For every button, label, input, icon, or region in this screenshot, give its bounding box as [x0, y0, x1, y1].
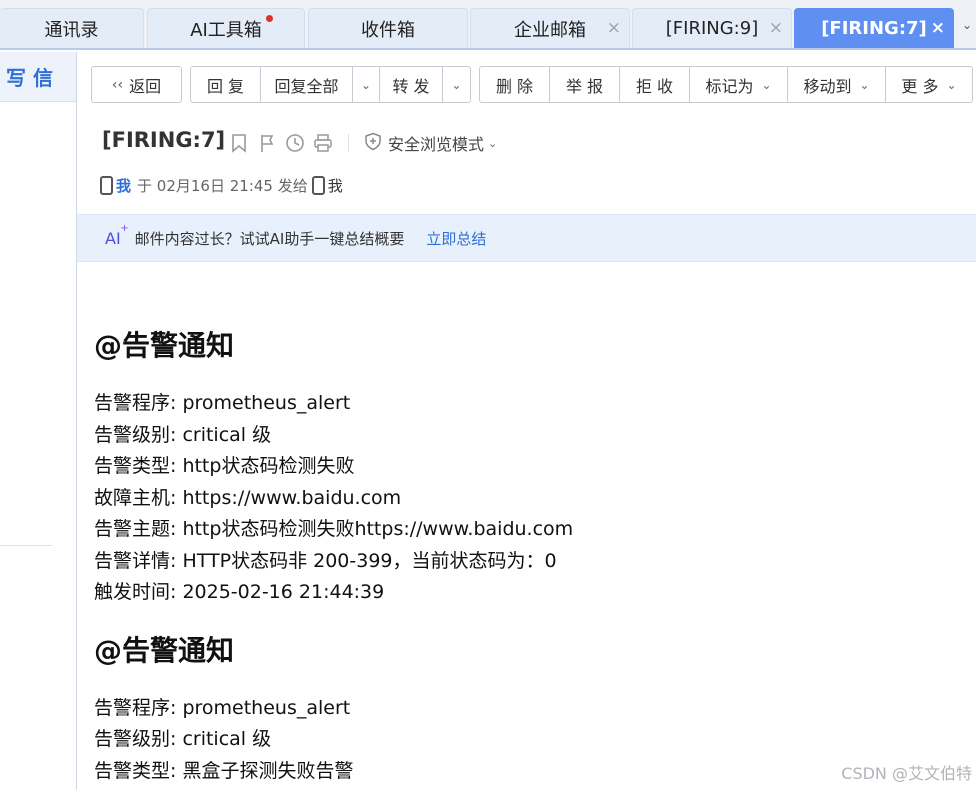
mark-as-label: 标记为 [705, 76, 754, 96]
reply-all-button[interactable]: 回复全部 [261, 67, 353, 102]
safe-browse-label: 安全浏览模式 [388, 135, 485, 154]
ai-prompt-text: 邮件内容过长？试试AI助手一键总结概要 [134, 229, 405, 248]
alert-line: 告警类型: http状态码检测失败 [94, 455, 355, 477]
summarize-link[interactable]: 立即总结 [426, 228, 486, 249]
mark-as-button[interactable]: 标记为 ⌄ [690, 67, 788, 102]
mail-body: @告警通知 告警程序: prometheus_alert 告警级别: criti… [94, 326, 954, 787]
more-label: 更 多 [901, 76, 939, 96]
sent-time: 于 02月16日 21:45 发给 [137, 177, 308, 195]
close-icon[interactable]: × [607, 18, 621, 38]
chevron-down-icon: ⌄ [488, 136, 498, 150]
bookmark-icon[interactable] [228, 132, 250, 154]
reject-label: 拒 收 [635, 76, 674, 96]
alert-line: 告警类型: 黑盒子探测失败告警 [94, 759, 354, 782]
recipient[interactable]: 我 [328, 175, 343, 196]
shield-icon [364, 132, 382, 155]
alert-line: 触发时间: 2025-02-16 21:44:39 [94, 581, 385, 603]
ai-summary-bar: AI + 邮件内容过长？试试AI助手一键总结概要 立即总结 [77, 214, 976, 262]
flag-icon[interactable] [256, 132, 278, 154]
tab-label: [FIRING:9] [665, 18, 759, 39]
tab-bar: 通讯录 AI工具箱 收件箱 企业邮箱 × [FIRING:9] × [FIRIN… [0, 0, 976, 50]
divider [348, 134, 349, 152]
sender-line: 我 于 02月16日 21:45 发给 我 [100, 175, 343, 196]
mail-toolbar: ‹‹ 返回 回 复 回复全部 ⌄ 转 发 ⌄ 删 除 举 报 拒 收 标记为 ⌄… [77, 52, 976, 110]
tab-label: 收件箱 [361, 19, 415, 41]
forward-dropdown-button[interactable]: ⌄ [443, 67, 470, 102]
alert-line: 告警主题: http状态码检测失败https://www.baidu.com [94, 518, 574, 540]
phone-icon [100, 176, 113, 195]
ai-icon: AI + [105, 223, 129, 248]
move-to-label: 移动到 [803, 76, 852, 96]
chevron-down-icon: ⌄ [946, 77, 957, 92]
watermark: CSDN @艾文伯特 [841, 764, 972, 783]
chevron-down-icon: ⌄ [451, 77, 462, 92]
tab-enterprise-mail[interactable]: 企业邮箱 × [470, 8, 630, 48]
tab-label: 通讯录 [44, 19, 99, 41]
sidebar-divider [0, 545, 52, 546]
mail-actions [228, 132, 334, 154]
chevron-down-icon: ⌄ [761, 77, 772, 92]
phone-icon [311, 176, 325, 195]
ai-badge-text: AI [105, 228, 121, 248]
delete-label: 删 除 [495, 76, 534, 96]
chevron-down-icon: ⌄ [859, 77, 870, 92]
alert-line: 告警程序: prometheus_alert [94, 392, 351, 414]
delete-button[interactable]: 删 除 [480, 67, 550, 102]
forward-button[interactable]: 转 发 [380, 67, 443, 102]
reply-button[interactable]: 回 复 [191, 67, 261, 102]
back-button[interactable]: ‹‹ 返回 [92, 67, 181, 102]
alert-line: 告警程序: prometheus_alert [94, 696, 351, 719]
alert-block: @告警通知 告警程序: prometheus_alert 告警级别: criti… [94, 326, 954, 609]
print-icon[interactable] [312, 132, 334, 154]
sender-link[interactable]: 我 [116, 175, 131, 196]
sidebar: 写 信 [0, 52, 77, 790]
reply-group: 回 复 回复全部 ⌄ 转 发 ⌄ [190, 66, 471, 103]
alert-line: 告警详情: HTTP状态码非 200-399，当前状态码为：0 [94, 549, 557, 572]
clock-icon[interactable] [284, 132, 306, 154]
reply-all-label: 回复全部 [274, 76, 339, 96]
alert-block: @告警通知 告警程序: prometheus_alert 告警级别: criti… [94, 631, 954, 788]
alert-heading: @告警通知 [94, 633, 235, 667]
mail-subject: [FIRING:7] [102, 128, 226, 152]
double-chevron-left-icon: ‹‹ [111, 76, 124, 93]
back-label: 返回 [129, 76, 162, 96]
tab-label: AI工具箱 [190, 19, 262, 41]
alert-line: 告警级别: critical 级 [94, 423, 272, 446]
sparkle-icon: + [120, 222, 129, 234]
tab-firing-9[interactable]: [FIRING:9] × [632, 8, 792, 48]
alert-heading: @告警通知 [94, 329, 235, 362]
tab-contacts[interactable]: 通讯录 [0, 8, 144, 48]
forward-label: 转 发 [392, 76, 430, 96]
reply-dropdown-button[interactable]: ⌄ [353, 67, 380, 102]
reply-label: 回 复 [206, 76, 245, 96]
tab-label: 企业邮箱 [514, 19, 586, 41]
report-button[interactable]: 举 报 [550, 67, 620, 102]
compose-button[interactable]: 写 信 [0, 52, 76, 102]
back-group: ‹‹ 返回 [91, 66, 182, 103]
alert-line: 告警级别: critical 级 [94, 728, 272, 750]
tab-ai-toolbox[interactable]: AI工具箱 [147, 8, 305, 48]
more-button[interactable]: 更 多 ⌄ [886, 67, 972, 102]
reject-button[interactable]: 拒 收 [620, 67, 690, 102]
move-to-button[interactable]: 移动到 ⌄ [788, 67, 886, 102]
tab-label: [FIRING:7] [821, 18, 927, 39]
notification-dot [266, 15, 273, 22]
tab-firing-7[interactable]: [FIRING:7] × [794, 8, 954, 48]
alert-line: 故障主机: https://www.baidu.com [94, 486, 402, 509]
compose-label: 写 信 [6, 66, 53, 90]
close-icon[interactable]: × [769, 18, 783, 38]
close-icon[interactable]: × [931, 18, 945, 38]
report-label: 举 报 [565, 76, 604, 96]
chevron-down-icon: ⌄ [360, 77, 372, 92]
chevron-down-icon[interactable]: ⌄ [962, 18, 972, 32]
safe-browse-toggle[interactable]: 安全浏览模式 ⌄ [364, 131, 497, 155]
actions-group: 删 除 举 报 拒 收 标记为 ⌄ 移动到 ⌄ 更 多 ⌄ [479, 66, 973, 103]
tab-inbox[interactable]: 收件箱 [308, 8, 468, 48]
